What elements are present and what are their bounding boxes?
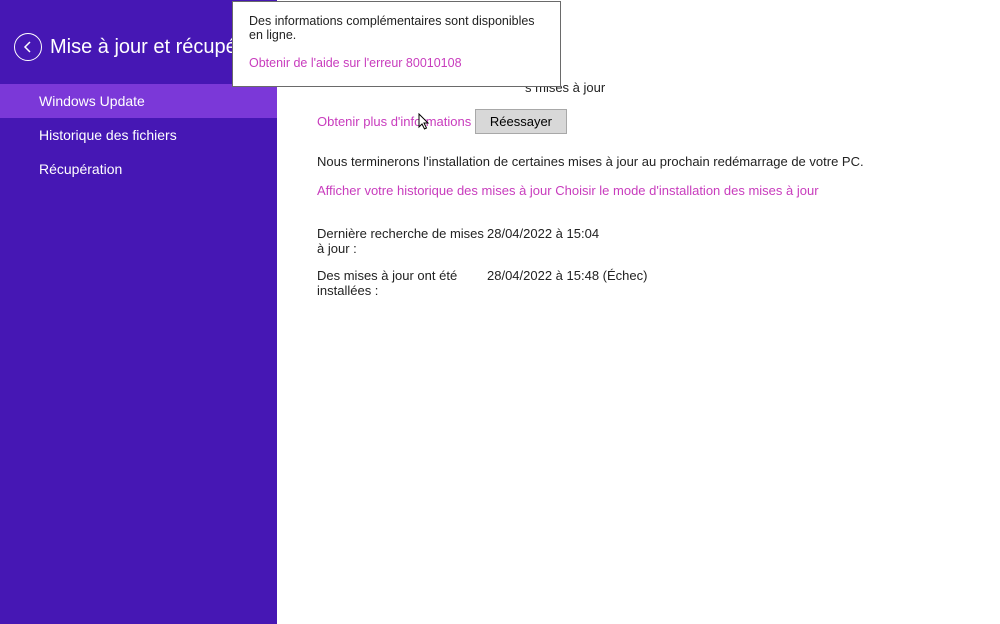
retry-button[interactable]: Réessayer [475, 109, 567, 134]
sidebar-item-file-history[interactable]: Historique des fichiers [0, 118, 277, 152]
last-check-value: 28/04/2022 à 15:04 [487, 226, 599, 256]
history-link[interactable]: Afficher votre historique des mises à jo… [317, 183, 552, 198]
arrow-left-icon [21, 40, 35, 54]
tooltip-help-link[interactable]: Obtenir de l'aide sur l'erreur 80010108 [249, 56, 462, 70]
sidebar-item-windows-update[interactable]: Windows Update [0, 84, 277, 118]
main-content: s mises à jour Obtenir plus d'informatio… [277, 0, 1000, 624]
cursor-icon [418, 113, 432, 131]
tooltip-popup: Des informations complémentaires sont di… [232, 1, 561, 87]
page-title: Mise à jour et récupérati... [50, 36, 245, 59]
sidebar: Mise à jour et récupérati... Windows Upd… [0, 0, 277, 624]
last-install-row: Des mises à jour ont été installées : 28… [317, 268, 960, 298]
restart-text: Nous terminerons l'installation de certa… [317, 154, 960, 169]
more-info-link[interactable]: Obtenir plus d'informations [317, 114, 471, 129]
back-button[interactable] [14, 33, 42, 61]
error-partial-text: s mises à jour [525, 80, 960, 95]
last-check-label: Dernière recherche de mises à jour : [317, 226, 487, 256]
tooltip-text: Des informations complémentaires sont di… [249, 14, 544, 42]
choose-mode-link[interactable]: Choisir le mode d'installation des mises… [555, 183, 818, 198]
sidebar-item-recovery[interactable]: Récupération [0, 152, 277, 186]
last-install-label: Des mises à jour ont été installées : [317, 268, 487, 298]
last-check-row: Dernière recherche de mises à jour : 28/… [317, 226, 960, 256]
last-install-value: 28/04/2022 à 15:48 (Échec) [487, 268, 647, 298]
